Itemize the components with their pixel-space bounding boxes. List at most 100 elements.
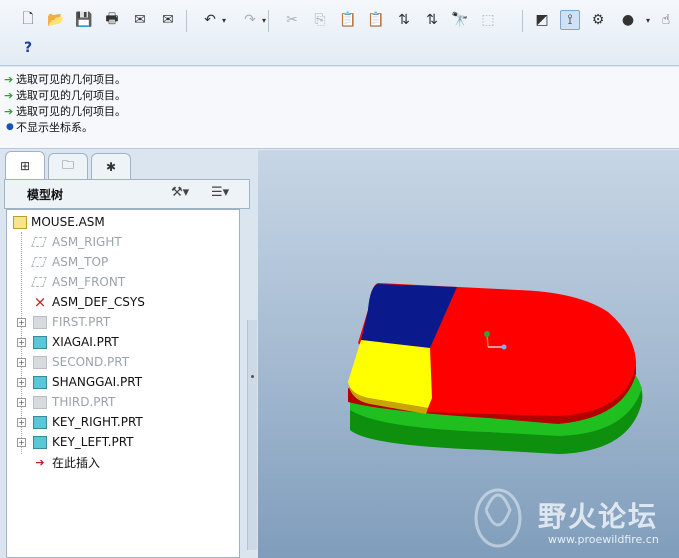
- undo-icon[interactable]: ↶: [200, 10, 220, 30]
- dropdown-caret-icon[interactable]: ▾: [262, 16, 266, 25]
- toolbar-separator: [186, 10, 187, 32]
- tree-item[interactable]: MOUSE.ASM: [7, 212, 239, 232]
- message-line: ➔ 选取可见的几何项目。: [4, 71, 679, 87]
- part-icon: [33, 335, 47, 349]
- tree-item-label: SHANGGAI.PRT: [52, 375, 143, 389]
- tree-item-label: KEY_LEFT.PRT: [52, 435, 134, 449]
- tab-favorites[interactable]: ✱: [91, 153, 131, 179]
- watermark-text: 野火论坛: [538, 500, 659, 533]
- part-icon: [33, 415, 47, 429]
- dropdown-caret-icon[interactable]: ▾: [222, 16, 226, 25]
- tree-item[interactable]: + KEY_RIGHT.PRT: [7, 412, 239, 432]
- paste-icon[interactable]: 📋: [338, 10, 358, 30]
- expand-icon[interactable]: +: [17, 317, 26, 327]
- shading-icon[interactable]: ●: [618, 10, 638, 30]
- mail-icon[interactable]: ✉: [130, 10, 150, 30]
- prompt-arrow-icon: ➔: [4, 72, 14, 86]
- splitter-grip: [251, 375, 254, 378]
- tree-item-label: FIRST.PRT: [52, 315, 111, 329]
- save-icon[interactable]: 💾: [74, 10, 94, 30]
- datum-plane-icon: [31, 277, 47, 287]
- assembly-icon: [13, 215, 27, 229]
- regenerate-icon[interactable]: ⇅: [394, 10, 414, 30]
- message-text: 选取可见的几何项目。: [16, 73, 126, 86]
- tools-icon[interactable]: ⚒▾: [171, 185, 189, 200]
- csys-display-icon[interactable]: ⟟: [560, 10, 580, 30]
- tree-item[interactable]: + SHANGGAI.PRT: [7, 372, 239, 392]
- select-box-icon[interactable]: ⬚: [478, 10, 498, 30]
- context-help-icon[interactable]: ?: [18, 38, 38, 58]
- tree-item-label: ASM_DEF_CSYS: [52, 295, 145, 309]
- tree-item-label: KEY_RIGHT.PRT: [52, 415, 143, 429]
- tree-item[interactable]: + FIRST.PRT: [7, 312, 239, 332]
- tree-item-label: XIAGAI.PRT: [52, 335, 119, 349]
- spin-center-icon[interactable]: ⚙: [588, 10, 608, 30]
- part-icon: [33, 435, 47, 449]
- datum-plane-icon: [31, 257, 47, 267]
- new-file-icon[interactable]: 🗋: [18, 10, 38, 30]
- app-window: 🗋 📂 💾 🖶 ✉ ✉ ↶ ↷ ✂ ⎘ 📋 📋 ⇅ ⇅ 🔭 ⬚ ◩ ⟟ ⚙ ● ☝ ▾ ▾ ▾? ➔ 选取可见的几何项目。 ➔ 选取…: [0, 0, 679, 558]
- tree-insert-here[interactable]: ➔ 在此插入: [7, 452, 239, 472]
- tree-item[interactable]: + XIAGAI.PRT: [7, 332, 239, 352]
- tree-item[interactable]: + SECOND.PRT: [7, 352, 239, 372]
- tree-item[interactable]: + THIRD.PRT: [7, 392, 239, 412]
- dropdown-caret-icon[interactable]: ▾: [646, 16, 650, 25]
- part-icon: [33, 355, 47, 369]
- print-icon[interactable]: 🖶: [102, 10, 122, 30]
- message-text: 不显示坐标系。: [16, 121, 93, 134]
- toolbar-separator: [268, 10, 269, 32]
- model-tree-header: 模型树 ⚒▾ ☰▾: [4, 179, 250, 209]
- tree-item[interactable]: ⨯ ASM_DEF_CSYS: [7, 292, 239, 312]
- datum-plane-icon: [31, 237, 47, 247]
- info-dot-icon: ●: [6, 122, 14, 132]
- tab-model-tree[interactable]: ⊞: [5, 151, 45, 179]
- prompt-arrow-icon: ➔: [4, 104, 14, 118]
- message-text: 选取可见的几何项目。: [16, 89, 126, 102]
- model-tree: MOUSE.ASM ASM_RIGHT ASM_TOP ASM_FRONT ⨯ ASM_D…: [6, 209, 240, 558]
- panel-splitter[interactable]: [247, 320, 257, 550]
- expand-icon[interactable]: +: [17, 417, 26, 427]
- tab-folder-browser[interactable]: 🗀: [48, 153, 88, 179]
- message-line: ➔ 选取可见的几何项目。: [4, 87, 679, 103]
- tree-item-label: SECOND.PRT: [52, 355, 130, 369]
- expand-icon[interactable]: +: [17, 437, 26, 447]
- message-area: ➔ 选取可见的几何项目。 ➔ 选取可见的几何项目。 ➔ 选取可见的几何项目。 ● 不显示坐标系…: [0, 67, 679, 149]
- favorites-tab-icon: ✱: [105, 159, 117, 174]
- open-folder-icon[interactable]: 📂: [46, 10, 66, 30]
- tree-item-label: ASM_RIGHT: [52, 235, 122, 249]
- tree-item-label: THIRD.PRT: [52, 395, 116, 409]
- hand-cursor-icon[interactable]: ☝: [656, 10, 676, 30]
- toolbar-separator: [522, 10, 523, 32]
- csys-icon: ⨯: [33, 292, 47, 311]
- find-icon[interactable]: 🔭: [450, 10, 470, 30]
- model-tree-tab-icon: ⊞: [19, 158, 31, 173]
- tree-item[interactable]: ASM_TOP: [7, 252, 239, 272]
- watermark-url: www.proewildfire.cn: [548, 533, 659, 546]
- graphics-window[interactable]: 野火论坛 www.proewildfire.cn: [258, 150, 679, 558]
- regen-manager-icon[interactable]: ⇅: [422, 10, 442, 30]
- tree-item-label: 在此插入: [52, 455, 101, 470]
- part-icon: [33, 395, 47, 409]
- message-line: ➔ 选取可见的几何项目。: [4, 103, 679, 119]
- tree-item[interactable]: + KEY_LEFT.PRT: [7, 432, 239, 452]
- list-settings-icon[interactable]: ☰▾: [211, 185, 229, 200]
- watermark-logo: [474, 488, 522, 548]
- model-tree-title: 模型树: [27, 188, 64, 202]
- tree-item[interactable]: ASM_FRONT: [7, 272, 239, 292]
- message-text: 选取可见的几何项目。: [16, 105, 126, 118]
- part-icon: [33, 375, 47, 389]
- tree-item-label: MOUSE.ASM: [31, 215, 105, 229]
- cut-icon[interactable]: ✂: [282, 10, 302, 30]
- redo-icon[interactable]: ↷: [240, 10, 260, 30]
- part-icon: [33, 315, 47, 329]
- expand-icon[interactable]: +: [17, 397, 26, 407]
- tree-item[interactable]: ASM_RIGHT: [7, 232, 239, 252]
- expand-icon[interactable]: +: [17, 357, 26, 367]
- navigator-panel: ⊞ 🗀 ✱ 模型树 ⚒▾ ☰▾ MOUSE.ASM ASM_RIGHT ASM_TO…: [0, 150, 258, 558]
- expand-icon[interactable]: +: [17, 337, 26, 347]
- copy-icon[interactable]: ⎘: [310, 10, 330, 30]
- expand-icon[interactable]: +: [17, 377, 26, 387]
- datum-display-icon[interactable]: ◩: [532, 10, 552, 30]
- paste-special-icon[interactable]: 📋: [366, 10, 386, 30]
- mail-attach-icon[interactable]: ✉: [158, 10, 178, 30]
